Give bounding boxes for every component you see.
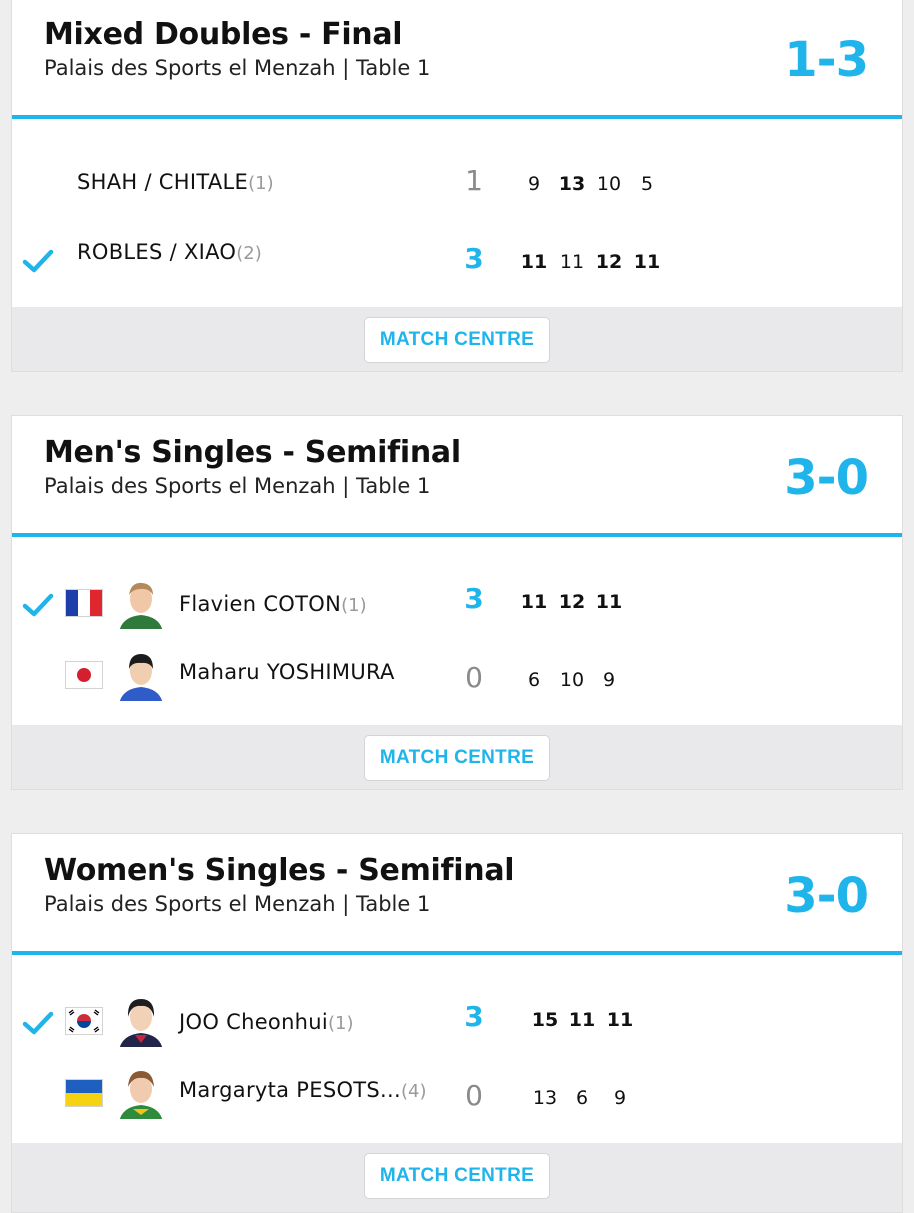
match-venue: Palais des Sports el Menzah | Table 1: [44, 56, 431, 80]
ukraine-flag-icon: [65, 1079, 103, 1107]
player-row: Margaryta PESOTS...(4) 0 13 6 9: [12, 1065, 902, 1125]
set-score: 11: [520, 591, 548, 613]
set-score: 6: [575, 1087, 589, 1109]
match-title: Mixed Doubles - Final: [44, 17, 403, 52]
france-flag-icon: [65, 589, 103, 617]
set-score: 13: [558, 173, 586, 195]
set-score: 10: [596, 173, 622, 195]
set-score: 13: [532, 1087, 558, 1109]
match-footer: MATCH CENTRE: [12, 307, 902, 371]
player-row: Flavien COTON(1) 3 11 12 11: [12, 573, 902, 633]
games-won: 3: [464, 242, 484, 275]
match-centre-button[interactable]: MATCH CENTRE: [364, 1153, 550, 1199]
match-header: Mixed Doubles - Final Palais des Sports …: [12, 0, 902, 115]
games-won: 3: [464, 1000, 484, 1033]
player-seed: (1): [341, 595, 367, 616]
header-divider: [12, 115, 902, 119]
set-score: 9: [527, 173, 541, 195]
set-score: 12: [595, 251, 623, 273]
set-score: 6: [527, 669, 541, 691]
winner-check-icon: [22, 249, 54, 273]
player-row: ROBLES / XIAO(2) 3 11 11 12 11: [12, 233, 902, 293]
match-header: Men's Singles - Semifinal Palais des Spo…: [12, 416, 902, 533]
player-row: JOO Cheonhui(1) 3 15 11 11: [12, 991, 902, 1051]
player-avatar: [117, 1065, 165, 1119]
player-avatar: [117, 575, 165, 629]
match-header: Women's Singles - Semifinal Palais des S…: [12, 834, 902, 951]
header-divider: [12, 951, 902, 955]
header-divider: [12, 533, 902, 537]
player-row: Maharu YOSHIMURA 0 6 10 9: [12, 647, 902, 707]
winner-check-icon: [22, 593, 54, 617]
match-footer: MATCH CENTRE: [12, 725, 902, 789]
match-centre-button[interactable]: MATCH CENTRE: [364, 735, 550, 781]
player-avatar: [117, 993, 165, 1047]
player-seed: (4): [400, 1081, 427, 1102]
match-card: Men's Singles - Semifinal Palais des Spo…: [11, 415, 903, 790]
player-seed: (1): [328, 1013, 354, 1034]
match-score: 3-0: [784, 450, 869, 506]
japan-flag-icon: [65, 661, 103, 689]
match-venue: Palais des Sports el Menzah | Table 1: [44, 474, 431, 498]
winner-check-icon: [22, 1011, 54, 1035]
set-score: 10: [559, 669, 585, 691]
set-score: 11: [559, 251, 585, 273]
player-name: JOO Cheonhui(1): [179, 1010, 354, 1034]
games-won: 0: [465, 661, 483, 694]
player-name: ROBLES / XIAO(2): [77, 240, 262, 264]
match-score: 3-0: [784, 868, 869, 924]
games-won: 3: [464, 582, 484, 615]
player-name: Margaryta PESOTS...(4): [179, 1078, 427, 1102]
match-centre-button[interactable]: MATCH CENTRE: [364, 317, 550, 363]
player-row: SHAH / CHITALE(1) 1 9 13 10 5: [12, 155, 902, 215]
player-name: Maharu YOSHIMURA: [179, 660, 395, 684]
player-name: Flavien COTON(1): [179, 592, 367, 616]
set-score: 11: [595, 591, 623, 613]
match-venue: Palais des Sports el Menzah | Table 1: [44, 892, 431, 916]
south-korea-flag-icon: [65, 1007, 103, 1035]
set-score: 11: [568, 1009, 596, 1031]
set-score: 15: [531, 1009, 559, 1031]
games-won: 0: [465, 1079, 483, 1112]
match-card: Women's Singles - Semifinal Palais des S…: [11, 833, 903, 1213]
set-score: 11: [606, 1009, 634, 1031]
match-score: 1-3: [784, 32, 869, 88]
set-score: 12: [558, 591, 586, 613]
match-title: Women's Singles - Semifinal: [44, 853, 515, 888]
set-score: 9: [613, 1087, 627, 1109]
player-seed: (1): [248, 173, 274, 194]
set-score: 11: [633, 251, 661, 273]
match-title: Men's Singles - Semifinal: [44, 435, 461, 470]
set-score: 5: [640, 173, 654, 195]
player-name: SHAH / CHITALE(1): [77, 170, 274, 194]
games-won: 1: [465, 164, 483, 197]
match-card: Mixed Doubles - Final Palais des Sports …: [11, 0, 903, 372]
player-seed: (2): [236, 243, 262, 264]
set-score: 9: [602, 669, 616, 691]
match-footer: MATCH CENTRE: [12, 1143, 902, 1212]
set-score: 11: [520, 251, 548, 273]
player-avatar: [117, 647, 165, 701]
